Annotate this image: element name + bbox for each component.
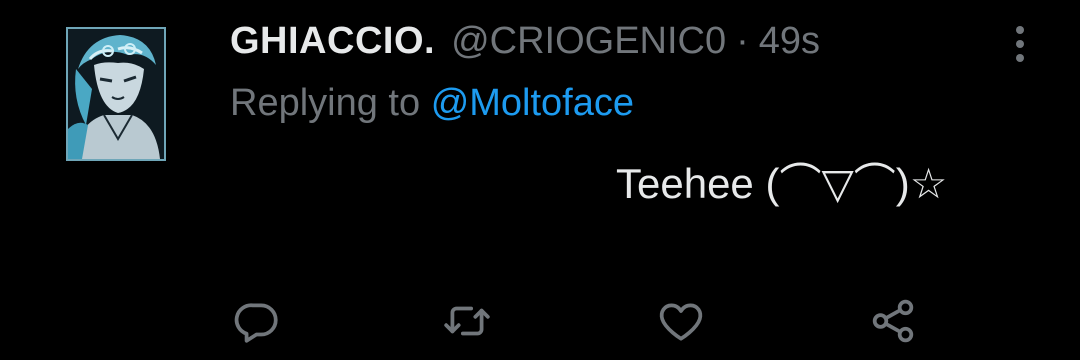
like-button[interactable] (656, 296, 706, 346)
more-vertical-icon[interactable] (1008, 22, 1032, 66)
retweet-icon (444, 306, 490, 336)
replying-prefix: Replying to (230, 82, 421, 124)
menu-dot (1016, 54, 1024, 62)
user-handle[interactable]: @CRIOGENIC0 (451, 20, 726, 63)
share-button[interactable] (868, 296, 918, 346)
separator-dot: · (736, 20, 749, 62)
tweet[interactable]: GHIACCIO. @CRIOGENIC0 · 49s Replying to … (0, 0, 1080, 360)
display-name[interactable]: GHIACCIO. (230, 20, 435, 63)
tweet-text: Teehee (⌒▽⌒)☆ (616, 160, 948, 207)
avatar-illustration (68, 29, 164, 159)
avatar[interactable] (66, 27, 166, 161)
menu-dot (1016, 40, 1024, 48)
menu-dot (1016, 26, 1024, 34)
share-icon (872, 299, 914, 343)
action-bar (232, 296, 922, 346)
replying-mention-link[interactable]: @Moltoface (431, 82, 634, 124)
retweet-button[interactable] (442, 296, 492, 346)
heart-icon (659, 303, 703, 341)
reply-button[interactable] (232, 296, 282, 346)
reply-icon (234, 303, 278, 343)
replying-to: Replying to @Moltoface (230, 82, 634, 125)
timestamp[interactable]: 49s (759, 20, 820, 63)
tweet-header: GHIACCIO. @CRIOGENIC0 · 49s (230, 20, 820, 70)
